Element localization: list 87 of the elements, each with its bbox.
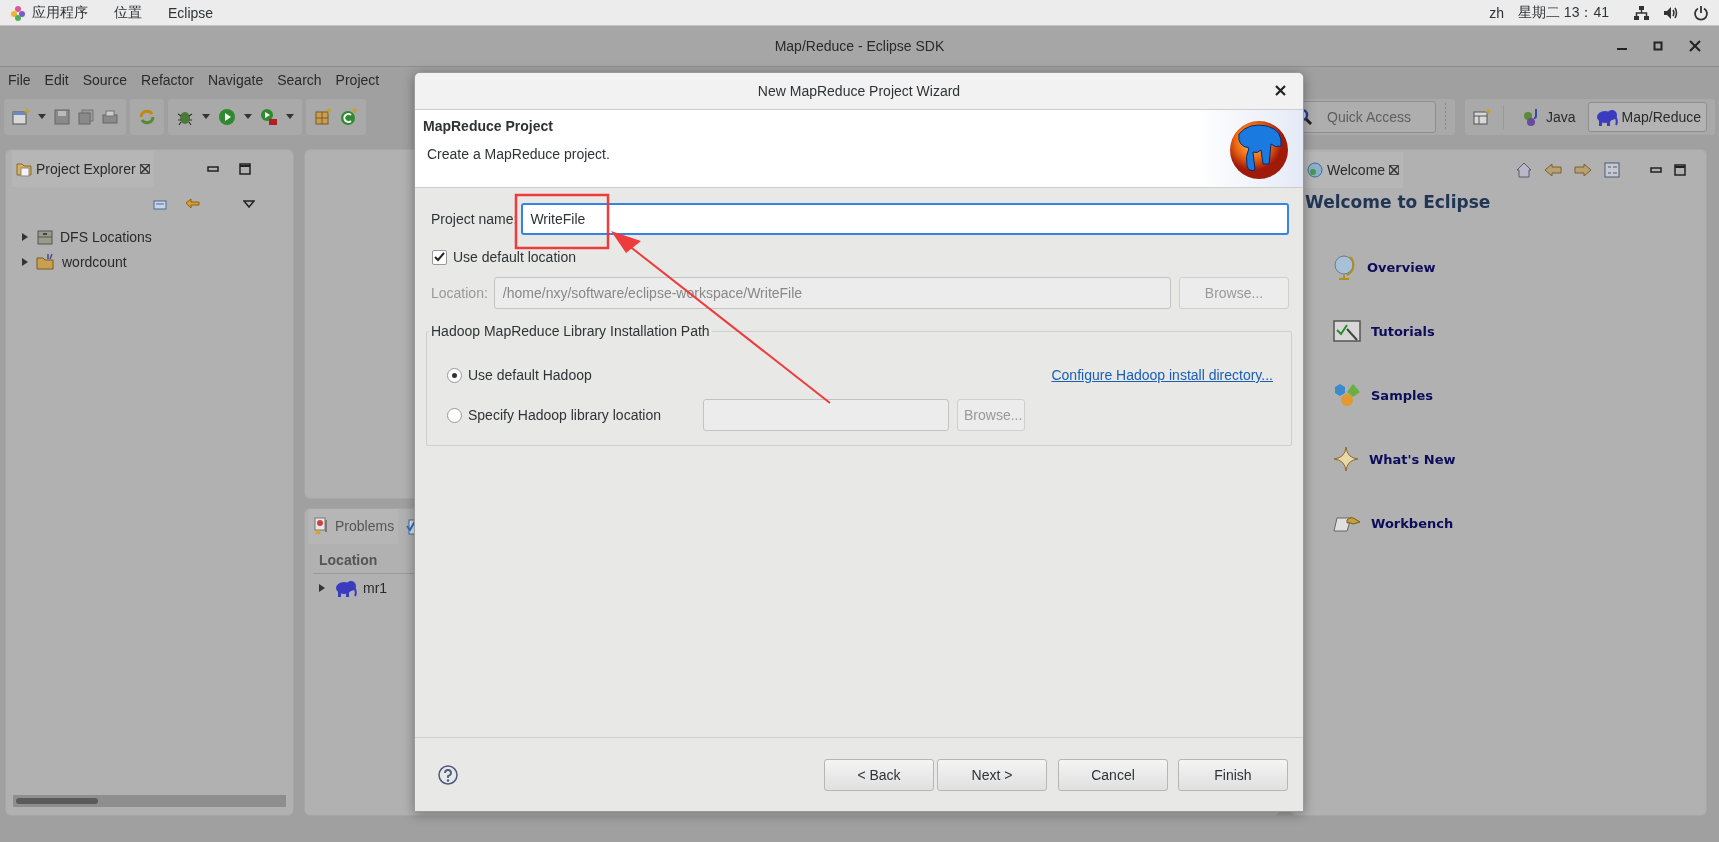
expander-icon[interactable] — [20, 256, 30, 267]
sparkle-icon — [1333, 446, 1359, 472]
perspective-button[interactable]: Java — [1516, 102, 1582, 132]
expander-icon[interactable] — [20, 231, 30, 242]
project-folder-icon — [36, 252, 56, 271]
caret-icon[interactable] — [286, 114, 294, 120]
clock[interactable]: 星期二 13：41 — [1517, 3, 1609, 22]
language-indicator[interactable]: zh — [1489, 4, 1504, 21]
top-menu-item[interactable]: 位置 — [114, 3, 142, 22]
welcome-link[interactable]: Workbench — [1333, 506, 1706, 540]
checklist-board-icon — [1333, 320, 1361, 342]
close-icon[interactable] — [1275, 85, 1286, 96]
close-icon[interactable] — [139, 164, 150, 174]
checkbox-label: Use default location — [453, 249, 576, 265]
field-label: Location: — [431, 285, 488, 301]
project-name-field[interactable]: WriteFile — [521, 203, 1289, 235]
wizard-button[interactable]: < Back — [824, 758, 934, 791]
tree-item[interactable]: wordcount — [6, 249, 131, 274]
page-description: Create a MapReduce project. — [427, 146, 611, 162]
grip-icon — [1444, 103, 1448, 131]
print-icon[interactable] — [102, 109, 118, 125]
perspective-button[interactable]: Map/Reduce — [1587, 102, 1707, 132]
apps-icon[interactable] — [10, 4, 26, 21]
window-title: Map/Reduce - Eclipse SDK — [774, 38, 945, 54]
open-perspective-icon[interactable] — [1473, 108, 1492, 126]
menu-item[interactable]: Source — [75, 72, 135, 88]
expander-icon[interactable] — [317, 583, 327, 593]
welcome-link[interactable]: Tutorials — [1333, 314, 1706, 348]
top-menu-item[interactable]: Eclipse — [168, 4, 214, 21]
radio-label: Specify Hadoop library location — [468, 407, 661, 423]
wizard-button[interactable]: Next > — [937, 758, 1047, 791]
page-heading: MapReduce Project — [423, 118, 554, 134]
tree-item[interactable]: mr1 — [305, 574, 392, 602]
menu-item[interactable]: Refactor — [134, 72, 201, 88]
welcome-link[interactable]: Samples — [1333, 378, 1706, 412]
network-icon[interactable] — [1633, 4, 1649, 21]
checkbox[interactable] — [432, 249, 447, 265]
menu-item[interactable]: File — [1, 72, 38, 88]
close-icon[interactable] — [1689, 40, 1701, 52]
menu-item[interactable]: Edit — [37, 72, 76, 88]
tree-item[interactable]: DFS Locations — [6, 224, 156, 249]
maximize-icon[interactable] — [1653, 41, 1663, 51]
power-icon[interactable] — [1693, 4, 1709, 21]
view-tab[interactable]: Welcome — [1303, 152, 1404, 188]
minimize-view-icon[interactable] — [1650, 164, 1662, 176]
caret-icon[interactable] — [202, 114, 210, 120]
cabinet-icon — [36, 228, 54, 245]
radio-label: Use default Hadoop — [468, 367, 592, 383]
globe-icon — [1333, 254, 1357, 280]
external-tools-icon[interactable] — [260, 108, 278, 126]
close-icon[interactable] — [1389, 165, 1400, 175]
scroll-icon — [1333, 514, 1361, 532]
link-editor-icon[interactable] — [185, 198, 201, 210]
minimize-view-icon[interactable] — [207, 163, 219, 175]
radio-button[interactable] — [447, 367, 462, 383]
dialog-title: New MapReduce Project Wizard — [757, 83, 961, 99]
view-tab[interactable]: Project Explorer — [12, 151, 154, 187]
run-icon[interactable] — [218, 108, 236, 126]
welcome-link[interactable]: Overview — [1333, 250, 1706, 284]
view-tab[interactable]: Problems — [309, 509, 399, 544]
caret-icon[interactable] — [244, 114, 252, 120]
checkmark-icon — [434, 252, 445, 262]
new-window-icon[interactable] — [12, 108, 30, 126]
folder-icon — [16, 161, 32, 177]
maximize-view-icon[interactable] — [239, 163, 251, 175]
new-class-icon[interactable] — [340, 108, 358, 126]
radio-button[interactable] — [447, 407, 462, 423]
horizontal-scrollbar[interactable] — [13, 795, 286, 807]
help-icon[interactable] — [438, 764, 458, 785]
top-menu-item[interactable]: 应用程序 — [32, 3, 88, 22]
group-title: Hadoop MapReduce Library Installation Path — [430, 323, 711, 339]
welcome-heading: Welcome to Eclipse — [1304, 191, 1492, 212]
wizard-button[interactable]: Cancel — [1058, 758, 1168, 791]
menu-item[interactable]: Navigate — [200, 72, 271, 88]
wizard-button[interactable]: Finish — [1178, 758, 1288, 791]
maximize-view-icon[interactable] — [1674, 164, 1686, 176]
welcome-link[interactable]: What's New — [1333, 442, 1706, 476]
menu-item[interactable]: Project — [328, 72, 387, 88]
configure-link[interactable]: Configure Hadoop install directory... — [1051, 367, 1273, 383]
shapes-icon — [1333, 383, 1361, 407]
field-label: Project name: — [431, 211, 518, 227]
menu-item[interactable]: Search — [270, 72, 329, 88]
view-menu-icon[interactable] — [243, 200, 255, 208]
welcome-icon — [1307, 162, 1323, 178]
home-icon[interactable] — [1516, 162, 1532, 178]
elephant-icon — [333, 578, 357, 598]
caret-icon[interactable] — [38, 114, 46, 120]
